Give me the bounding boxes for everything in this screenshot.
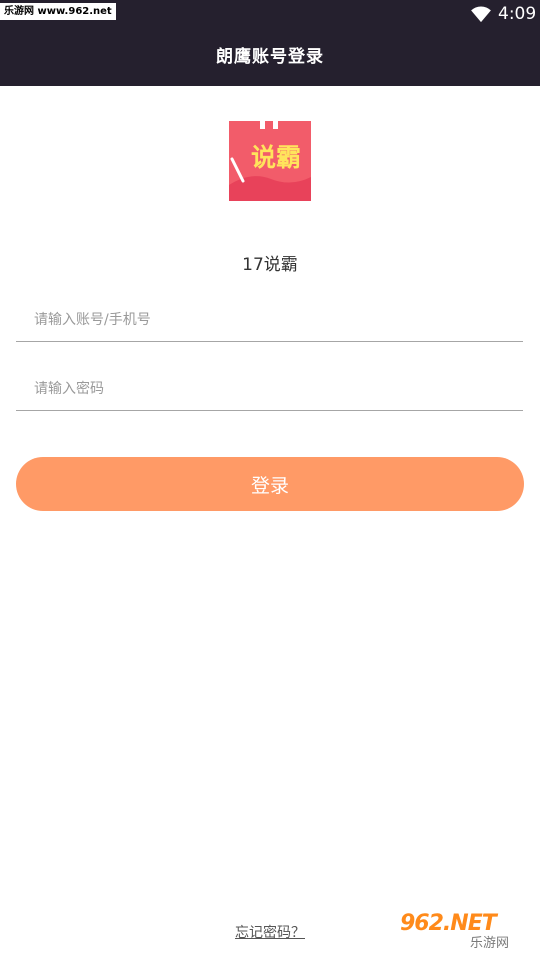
account-input[interactable] [16, 298, 523, 342]
login-button[interactable]: 登录 [16, 457, 524, 511]
site-watermark: 962.NET 乐游网 [400, 912, 538, 956]
title-bar: 朗鹰账号登录 [0, 28, 540, 86]
watermark-bottom: 乐游网 [470, 936, 510, 951]
page-title: 朗鹰账号登录 [216, 47, 324, 67]
watermark-top: 962.NET [400, 911, 497, 936]
app-name: 17说霸 [242, 255, 298, 275]
wifi-icon [471, 6, 491, 23]
app-logo-icon: 说霸 [229, 121, 311, 201]
app-logo-text: 说霸 [251, 143, 301, 172]
status-bar: 乐游网 www.962.net 4:09 [0, 0, 540, 28]
status-time: 4:09 [498, 4, 537, 24]
password-input[interactable] [16, 367, 523, 411]
status-watermark: 乐游网 www.962.net [0, 3, 116, 20]
